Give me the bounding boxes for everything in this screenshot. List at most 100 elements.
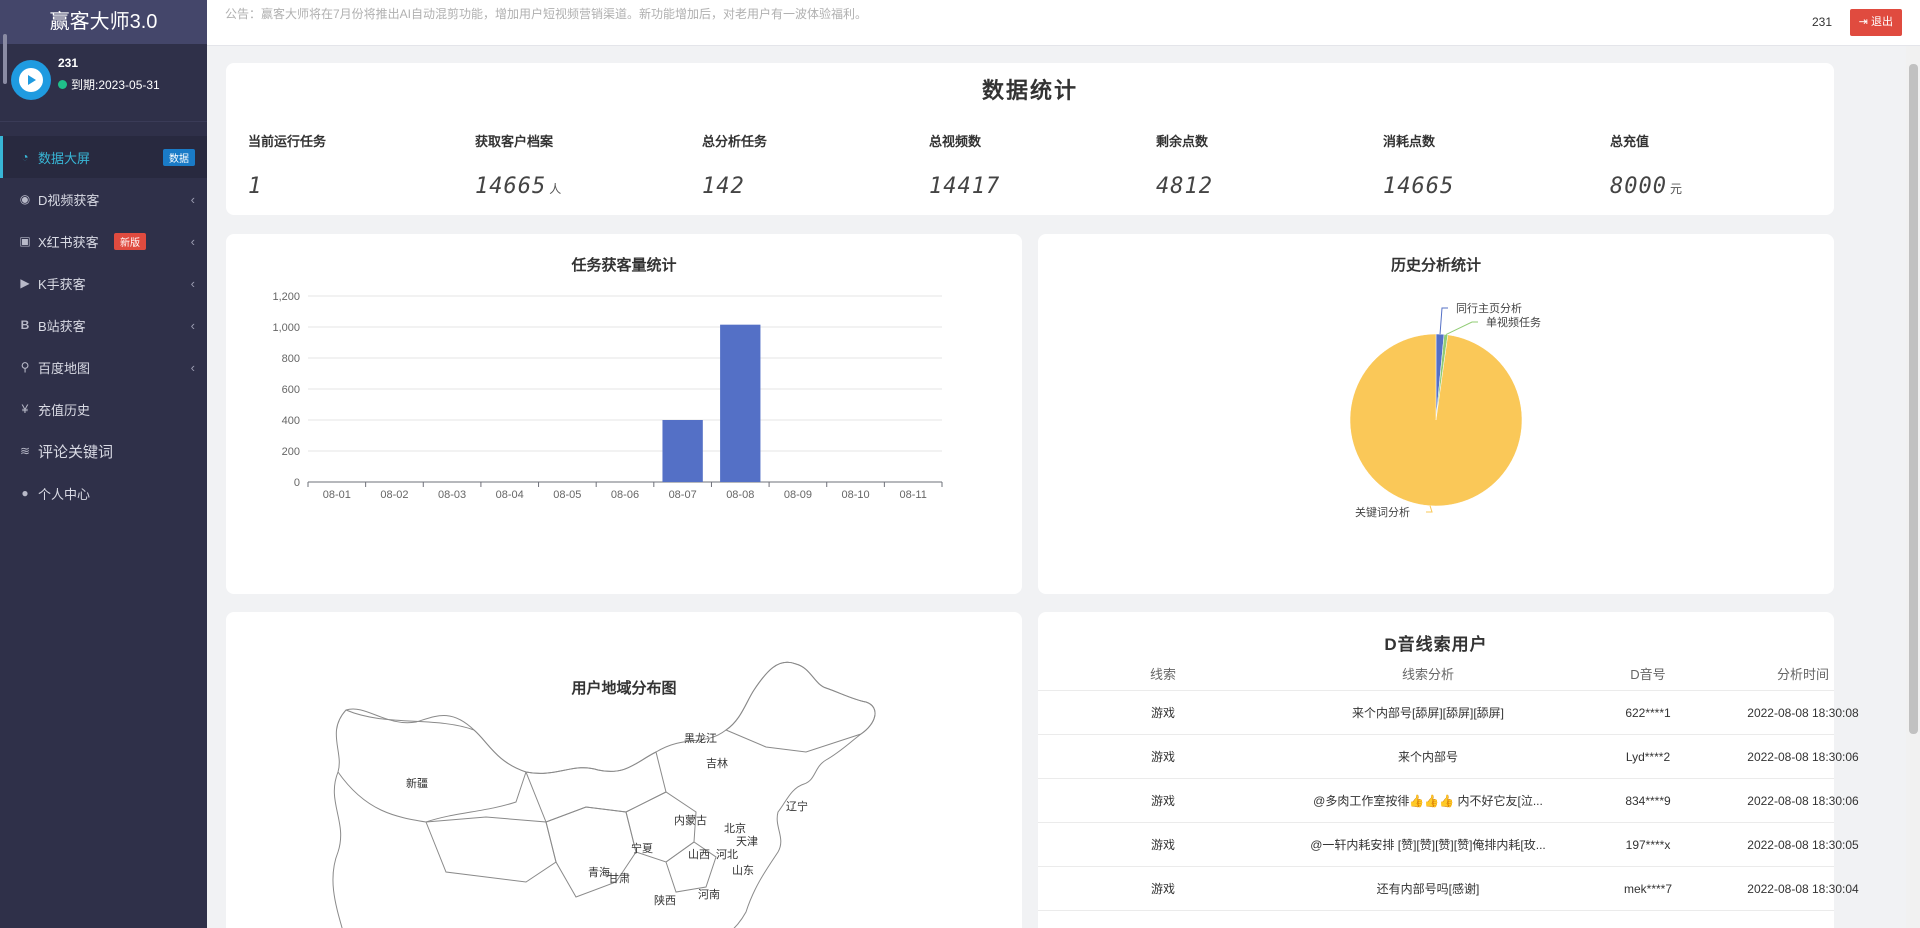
table-cell: 2022-08-08 18:30:05	[1747, 838, 1859, 852]
table-header-cell: 线索分析	[1401, 667, 1454, 682]
table-row[interactable]: 游戏 @一轩内耗安排 [赞][赞][赞][赞]俺排内耗[玫... 197****…	[1038, 822, 1859, 866]
y-tick-label: 600	[282, 384, 300, 396]
table-cell: 游戏	[1150, 750, 1175, 764]
bar	[720, 324, 761, 482]
map-label: 辽宁	[786, 799, 808, 813]
map-label: 陕西	[654, 893, 676, 907]
sidebar-item-profile[interactable]: ● 个人中心	[0, 472, 207, 514]
table-cell: 来个内部号[舔屏][舔屏][舔屏]	[1351, 706, 1504, 720]
stat-label: 剩余点数	[1156, 134, 1209, 149]
x-tick-label: 08-06	[611, 489, 639, 501]
stat-total-videos: 总视频数 14417	[929, 131, 1149, 199]
chevron-left-icon: ‹	[190, 275, 195, 291]
map-label: 吉林	[706, 756, 728, 770]
sidebar-item-dashboard[interactable]: ◔ 数据大屏 数据	[0, 136, 207, 178]
stat-total-analysis-tasks: 总分析任务 142	[702, 131, 922, 199]
avatar-play-icon	[19, 68, 43, 92]
table-row[interactable]: 游戏 来个内部号 Lyd****2 2022-08-08 18:30:06	[1038, 734, 1859, 778]
leads-table-card: D音线索用户 线索 线索分析 D音号 分析时间 游戏 来个内部号[舔屏][舔屏]…	[1038, 612, 1859, 928]
stat-number: 14665	[475, 174, 547, 199]
brand-title: 赢客大师3.0	[0, 0, 207, 44]
stat-label: 获取客户档案	[475, 134, 554, 149]
china-map[interactable]: 黑龙江 吉林 新疆 辽宁 内蒙古 北京 天津 宁夏 山西 河北 青海 甘肃 山东…	[226, 612, 1022, 928]
bar-chart: 0 200 400 600 800 1,000 1,200 08-01 08-02 08-03 08…	[272, 291, 943, 501]
stat-number: 4812	[1156, 174, 1213, 199]
y-tick-label: 800	[282, 353, 300, 365]
map-pin-icon: ⚲	[20, 360, 30, 374]
sidebar: 赢客大师3.0 231 到期:2023-05-31 ◔ 数据大屏 数据 ◉ D视…	[0, 0, 207, 928]
table-cell: @一轩内耗安排 [赞][赞][赞][赞]俺排内耗[玫...	[1310, 838, 1546, 852]
logout-icon: ⇥	[1858, 16, 1871, 28]
x-tick-label: 08-10	[841, 489, 869, 501]
user-name: 231	[58, 56, 79, 70]
stat-value: 14665 人	[475, 174, 695, 199]
y-tick-label: 1,000	[272, 322, 300, 334]
map-label: 宁夏	[631, 841, 653, 855]
table-cell: 2022-08-08 18:30:06	[1747, 794, 1859, 808]
map-label: 新疆	[406, 776, 428, 790]
sidebar-item-badge: 新版	[114, 232, 146, 250]
chevron-left-icon: ‹	[190, 317, 195, 333]
table-row[interactable]: 游戏 来个内部号[舔屏][舔屏][舔屏] 622****1 2022-08-08…	[1038, 690, 1859, 734]
table-cell: 2022-08-08 18:30:04	[1747, 882, 1859, 896]
sidebar-item-comment-keywords[interactable]: ≋ 评论关键词	[0, 430, 207, 472]
stat-label: 消耗点数	[1383, 134, 1436, 149]
pie-chart-card: 历史分析统计 同行主页分析 单视频任务 关键词分析	[1038, 234, 1834, 594]
table-header: 线索 线索分析 D音号 分析时间	[1038, 664, 1834, 688]
sidebar-item-bilibili[interactable]: B B站获客 ‹	[0, 304, 207, 346]
pie-label-line	[1426, 505, 1433, 513]
stat-total-recharge: 总充值 8000 元	[1610, 131, 1830, 199]
y-tick-label: 1,200	[272, 291, 300, 303]
inner-mongolia-region	[525, 751, 667, 823]
stat-label: 总充值	[1610, 134, 1650, 149]
xinjiang-region	[337, 709, 527, 823]
sidebar-item-kuaishou[interactable]: ▶ K手获客 ‹	[0, 262, 207, 304]
chevron-left-icon: ‹	[190, 191, 195, 207]
pie-label: 关键词分析	[1355, 505, 1410, 519]
top-bar: 公告：赢客大师将在7月份将推出AI自动混剪功能，增加用户短视频营销渠道。新功能增…	[207, 0, 1920, 46]
stat-unit: 人	[549, 182, 563, 196]
y-tick-label: 200	[282, 446, 300, 458]
top-username[interactable]: 231	[1812, 15, 1832, 29]
logout-button[interactable]: ⇥ 退出	[1849, 9, 1902, 36]
stat-value: 14665	[1383, 174, 1603, 199]
x-tick-label: 08-11	[900, 489, 927, 501]
sidebar-item-label: B站获客	[38, 318, 86, 334]
table-row[interactable]: 游戏 @多肉工作室按徘👍👍👍 内不好它友[泣... 834****9 2022-…	[1038, 778, 1859, 822]
stat-label: 总视频数	[929, 134, 982, 149]
yen-icon: ¥	[21, 402, 29, 416]
sidebar-item-label: X红书获客	[38, 234, 99, 250]
stat-label: 当前运行任务	[248, 134, 327, 149]
sidebar-item-douyin[interactable]: ◉ D视频获客 ‹	[0, 178, 207, 220]
page-scrollbar-thumb[interactable]	[1909, 64, 1918, 734]
sidebar-item-baidu-map[interactable]: ⚲ 百度地图 ‹	[0, 346, 207, 388]
bar-chart-card: 任务获客量统计 0 200 400 600 800 1,000 1,200 08-01 08-0…	[226, 234, 1022, 594]
stats-title: 数据统计	[981, 78, 1078, 103]
sidebar-item-recharge-history[interactable]: ¥ 充值历史	[0, 388, 207, 430]
x-tick-label: 08-02	[380, 489, 408, 501]
sidebar-item-label: K手获客	[38, 276, 86, 292]
pie-chart: 同行主页分析单视频任务关键词分析	[1349, 301, 1541, 519]
map-label: 河南	[698, 888, 720, 901]
bar	[662, 420, 703, 482]
stat-number: 8000	[1610, 174, 1667, 199]
table-cell: 游戏	[1150, 794, 1175, 808]
table-row[interactable]: 游戏 还有内部号吗[感谢] mek****7 2022-08-08 18:30:…	[1038, 866, 1859, 910]
table-row[interactable]	[1038, 910, 1834, 928]
user-expire: 到期:2023-05-31	[58, 76, 160, 93]
leads-table-title: D音线索用户	[1384, 635, 1488, 654]
sidebar-item-label: 充值历史	[38, 402, 91, 418]
qinghai-region	[425, 816, 557, 883]
sidebar-item-label: 数据大屏	[38, 150, 91, 166]
stat-remaining-points: 剩余点数 4812	[1156, 131, 1376, 199]
pie-label-line	[1445, 321, 1478, 336]
sidebar-menu: ◔ 数据大屏 数据 ◉ D视频获客 ‹ ▣ X红书获客 新版 ‹ ▶ K手获客 …	[0, 136, 207, 514]
stat-value: 142	[702, 174, 922, 199]
x-tick-label: 08-09	[784, 489, 812, 501]
sidebar-item-xiaohongshu[interactable]: ▣ X红书获客 新版 ‹	[0, 220, 207, 262]
online-dot-icon	[58, 80, 67, 89]
bold-b-icon: B	[20, 318, 30, 332]
x-tick-label: 08-08	[726, 489, 754, 501]
sidebar-item-label: D视频获客	[38, 192, 100, 208]
table-cell: 游戏	[1150, 882, 1175, 896]
